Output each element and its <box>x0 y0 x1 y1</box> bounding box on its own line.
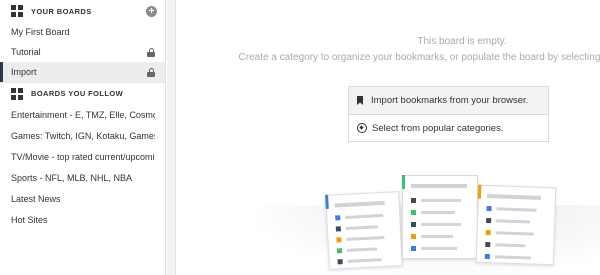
followed-boards-list: Entertainment - E, TMZ, Elle, Cosmo Game… <box>0 104 165 230</box>
compass-icon <box>357 123 367 133</box>
followed-board-item[interactable]: Entertainment - E, TMZ, Elle, Cosmo <box>0 104 165 125</box>
empty-board-title: This board is empty. <box>417 36 507 47</box>
illustration-card-center <box>402 175 478 259</box>
board-item-label: Entertainment - E, TMZ, Elle, Cosmo <box>11 109 155 120</box>
illustration-card-right <box>475 184 557 266</box>
popular-categories-option[interactable]: Select from popular categories. <box>349 114 548 141</box>
sidebar-gutter <box>167 0 176 275</box>
followed-board-item[interactable]: TV/Movie - top rated current/upcoming <box>0 146 165 167</box>
board-item-label: Import <box>11 67 37 77</box>
board-item-label: Sports - NFL, MLB, NHL, NBA <box>11 172 133 183</box>
lock-icon <box>147 67 155 77</box>
board-item-label: Hot Sites <box>11 214 48 225</box>
board-item-label: Games: Twitch, IGN, Kotaku, Games Radar <box>11 130 155 141</box>
import-bookmarks-option[interactable]: Import bookmarks from your browser. <box>349 87 548 114</box>
followed-board-item[interactable]: Hot Sites <box>0 209 165 230</box>
import-options-panel: Import bookmarks from your browser. Sele… <box>348 86 549 142</box>
followed-board-item[interactable]: Sports - NFL, MLB, NHL, NBA <box>0 167 165 188</box>
your-boards-header: YOUR BOARDS + <box>0 0 165 22</box>
lock-icon <box>147 47 155 57</box>
board-item-my-first-board[interactable]: My First Board <box>0 22 165 42</box>
board-main-area: This board is empty. Create a category t… <box>177 0 600 275</box>
board-item-label: My First Board <box>11 27 70 37</box>
boards-you-follow-header: BOARDS YOU FOLLOW <box>0 82 165 104</box>
your-boards-title: YOUR BOARDS <box>31 6 92 16</box>
board-item-label: Latest News <box>11 193 61 204</box>
your-boards-list: My First Board Tutorial Import <box>0 22 165 82</box>
board-item-tutorial[interactable]: Tutorial <box>0 42 165 62</box>
boards-grid-icon <box>11 5 23 17</box>
illustration-card-left <box>325 191 403 270</box>
boards-grid-icon <box>11 87 23 100</box>
popular-categories-label: Select from popular categories. <box>372 122 504 134</box>
board-item-label: Tutorial <box>11 47 41 57</box>
sidebar: YOUR BOARDS + My First Board Tutorial Im… <box>0 0 166 275</box>
followed-board-item[interactable]: Games: Twitch, IGN, Kotaku, Games Radar <box>0 125 165 146</box>
followed-board-item[interactable]: Latest News <box>0 188 165 209</box>
board-item-import[interactable]: Import <box>0 62 165 82</box>
boards-you-follow-title: BOARDS YOU FOLLOW <box>31 89 124 98</box>
bookmark-icon <box>357 96 363 105</box>
import-bookmarks-label: Import bookmarks from your browser. <box>371 95 529 106</box>
empty-board-description: Create a category to organize your bookm… <box>238 52 600 63</box>
board-item-label: TV/Movie - top rated current/upcoming <box>11 151 155 162</box>
add-board-icon[interactable]: + <box>146 6 157 17</box>
